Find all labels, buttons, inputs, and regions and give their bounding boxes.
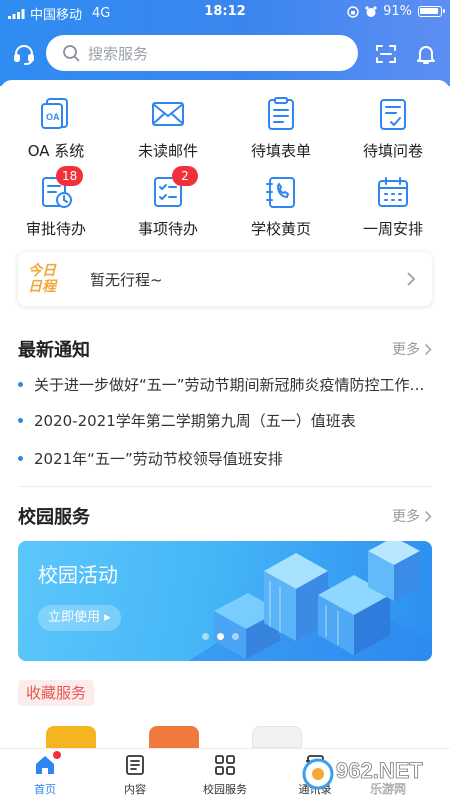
- calendar-icon: [375, 174, 411, 210]
- content-icon: [123, 753, 147, 777]
- pagination-dot-active[interactable]: [217, 633, 224, 640]
- bell-icon[interactable]: [412, 40, 440, 68]
- menu-item-label: 待填问卷: [362, 142, 423, 160]
- use-now-button[interactable]: 立即使用 ▸: [38, 605, 121, 631]
- menu-item-form[interactable]: 待填表单: [225, 96, 337, 161]
- menu-item-approval[interactable]: 18 审批待办: [0, 166, 112, 239]
- menu-item-label: 待填表单: [250, 142, 311, 160]
- search-input[interactable]: 搜索服务: [46, 35, 358, 71]
- svg-text:OA: OA: [46, 112, 60, 122]
- tab-label: 首页: [34, 783, 56, 796]
- menu-item-label: 审批待办: [25, 220, 86, 238]
- menu-item-survey[interactable]: 待填问卷: [337, 96, 449, 161]
- tab-label: 内容: [124, 783, 146, 796]
- status-bar: 中国移动 4G 18:12 91%: [0, 0, 450, 24]
- main-content: OA OA 系统 未读邮件 待填表单 待填问卷 18 审批待办 2 事项待办 学…: [0, 80, 450, 748]
- today-schedule-logo: 今日 日程: [28, 263, 56, 295]
- campus-services-title: 校园服务: [18, 507, 90, 528]
- menu-item-label: 事项待办: [137, 220, 198, 238]
- menu-item-todo[interactable]: 2 事项待办: [112, 166, 224, 239]
- form-icon: [263, 96, 299, 132]
- phonebook-icon: [263, 174, 299, 210]
- menu-item-label: 未读邮件: [137, 142, 198, 160]
- search-icon: [63, 45, 80, 62]
- pagination-dot[interactable]: [202, 633, 209, 640]
- today-schedule-card[interactable]: 今日 日程 暂无行程~: [18, 252, 432, 306]
- tab-campus-services[interactable]: 校园服务: [185, 753, 265, 797]
- schedule-text: 暂无行程~: [90, 270, 163, 289]
- notices-more-link[interactable]: 更多: [392, 339, 432, 359]
- mail-icon: [150, 96, 186, 132]
- tab-label: 校园服务: [203, 783, 247, 796]
- home-icon: [33, 751, 61, 777]
- favorite-service-icon[interactable]: [46, 726, 96, 748]
- svg-text:962.NET: 962.NET: [336, 758, 423, 783]
- notice-item[interactable]: 2020-2021学年第二学期第九周（五一）值班表: [18, 410, 432, 431]
- pagination-dot[interactable]: [232, 633, 239, 640]
- todo-icon: 2: [150, 166, 198, 210]
- alarm-icon: [365, 5, 377, 17]
- oa-icon: OA: [38, 96, 74, 132]
- chevron-right-icon: [424, 343, 432, 355]
- menu-item-mail[interactable]: 未读邮件: [112, 96, 224, 161]
- campus-activity-banner[interactable]: 校园活动 立即使用 ▸: [18, 541, 432, 661]
- top-bar: 搜索服务: [0, 34, 450, 74]
- headset-icon[interactable]: [10, 40, 38, 68]
- section-divider: [18, 486, 432, 487]
- notice-item[interactable]: 关于进一步做好“五一”劳动节期间新冠肺炎疫情防控工作的通知: [18, 374, 432, 395]
- favorites-label: 收藏服务: [18, 680, 95, 706]
- favorite-service-icon[interactable]: [149, 726, 199, 748]
- battery-icon: [418, 6, 445, 17]
- banner-pagination: [202, 633, 239, 640]
- grid-icon: [213, 753, 237, 777]
- approval-badge: 18: [56, 166, 84, 186]
- menu-item-label: 学校黄页: [250, 220, 311, 238]
- approval-icon: 18: [38, 166, 84, 210]
- favorite-service-icon[interactable]: [252, 726, 302, 748]
- menu-item-phonebook[interactable]: 学校黄页: [225, 174, 337, 239]
- battery-percent: 91%: [383, 4, 412, 19]
- more-label: 更多: [392, 342, 420, 358]
- survey-icon: [375, 96, 411, 132]
- notice-item[interactable]: 2021年“五一”劳动节校领导值班安排: [18, 448, 432, 469]
- menu-item-label: 一周安排: [362, 220, 423, 238]
- notices-title: 最新通知: [18, 340, 90, 361]
- site-watermark: 962.NET 乐游网: [298, 752, 444, 796]
- notification-dot: [53, 751, 61, 759]
- chevron-right-icon: [407, 272, 416, 286]
- menu-item-label: OA 系统: [27, 142, 85, 160]
- tab-home[interactable]: 首页: [5, 751, 85, 797]
- campus-services-more-link[interactable]: 更多: [392, 506, 432, 526]
- tab-content[interactable]: 内容: [95, 753, 175, 797]
- svg-text:乐游网: 乐游网: [370, 782, 406, 796]
- more-label: 更多: [392, 509, 420, 525]
- banner-title: 校园活动: [38, 563, 118, 587]
- scan-icon[interactable]: [372, 40, 400, 68]
- search-placeholder: 搜索服务: [88, 44, 149, 63]
- rotation-lock-icon: [347, 5, 359, 18]
- menu-item-oa[interactable]: OA OA 系统: [0, 96, 112, 161]
- menu-item-calendar[interactable]: 一周安排: [337, 174, 449, 239]
- chevron-right-icon: [424, 510, 432, 522]
- todo-badge: 2: [172, 166, 198, 186]
- header-background: 中国移动 4G 18:12 91% 搜索服务: [0, 0, 450, 86]
